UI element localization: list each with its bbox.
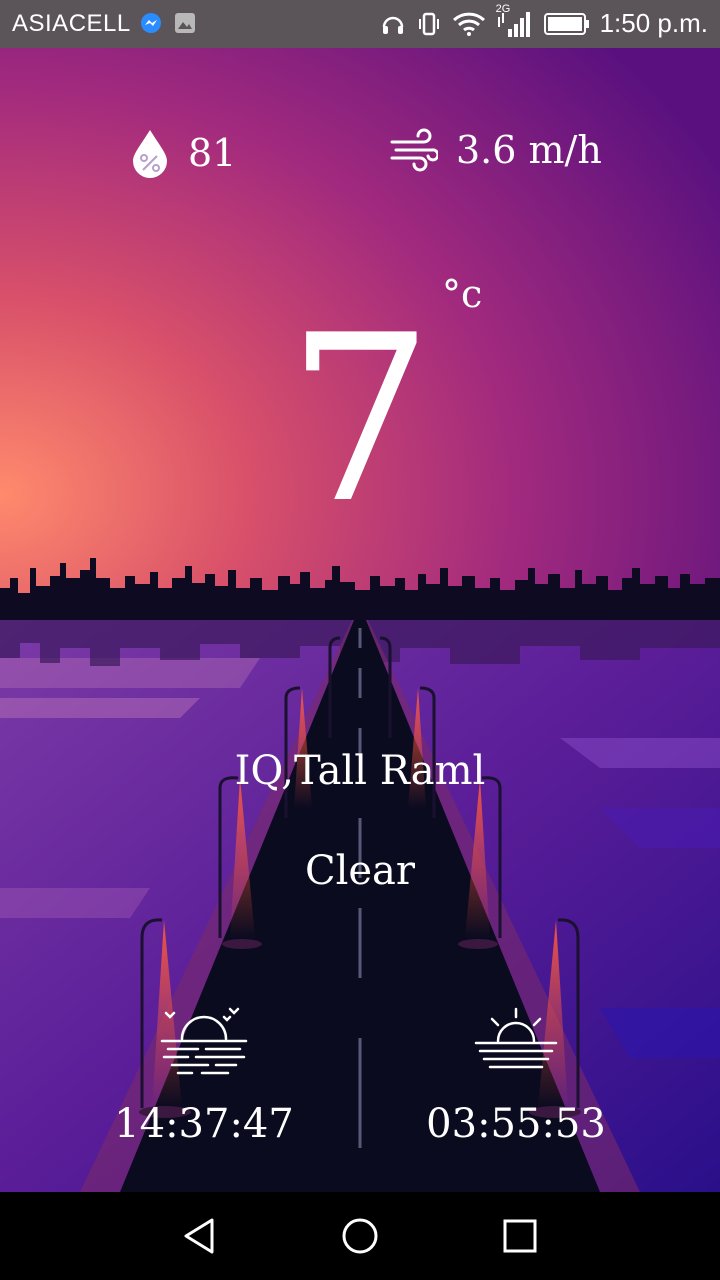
wifi-icon <box>452 12 485 36</box>
sunrise-icon <box>474 1007 558 1069</box>
humidity-value: 81 <box>188 131 237 175</box>
sunrise-time: 03:55:53 <box>426 1101 606 1147</box>
battery-icon <box>543 12 589 35</box>
carrier-label: ASIACELL <box>12 10 131 37</box>
sunset-time: 14:37:47 <box>114 1101 294 1147</box>
condition-label: Clear <box>304 848 416 894</box>
system-icons: 2G 1:50 p.m. <box>380 3 708 39</box>
cell-signal-icon: 2G <box>496 3 534 39</box>
home-button[interactable] <box>336 1212 384 1260</box>
sunrise-block: 03:55:53 <box>416 1003 616 1147</box>
wind-icon <box>390 128 438 172</box>
sunset-icon <box>160 1007 248 1075</box>
temperature-value: 7 <box>286 287 434 554</box>
back-button[interactable] <box>176 1212 224 1260</box>
temperature-unit: °c <box>442 272 483 316</box>
clock: 1:50 p.m. <box>599 8 708 38</box>
water-drop-percent-icon <box>133 130 167 178</box>
notification-icons <box>140 12 196 34</box>
navigation-bar <box>0 1192 720 1280</box>
vibrate-icon <box>418 12 439 35</box>
wind-indicator: 3.6 m/h <box>390 128 602 172</box>
weather-scene: 81 3.6 m/h 7 °c IQ,Tall Raml Clear 14:37… <box>0 48 720 1192</box>
messenger-icon <box>141 13 161 33</box>
wind-value: 3.6 m/h <box>456 128 602 172</box>
location-label: IQ,Tall Raml <box>234 748 486 794</box>
sunset-block: 14:37:47 <box>104 1003 304 1147</box>
image-icon <box>175 13 195 33</box>
recents-button[interactable] <box>496 1212 544 1260</box>
headphones-icon <box>382 16 403 34</box>
status-bar: ASIACELL 2G 1:50 p.m. <box>0 0 720 48</box>
humidity-indicator: 81 <box>130 128 236 178</box>
